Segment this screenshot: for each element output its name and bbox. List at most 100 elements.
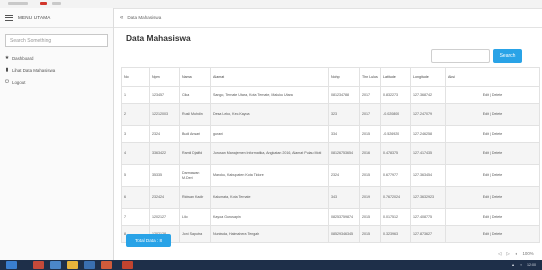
cell-longitude: 127.363454 bbox=[410, 164, 446, 187]
edit-delete-link[interactable]: Edit | Delete bbox=[445, 186, 540, 209]
sidebar-item-lihat-data[interactable]: ▮ Lihat Data Mahasiswa bbox=[0, 64, 113, 76]
cell-nama: Budi Ansari bbox=[179, 125, 211, 143]
cell-no: 4 bbox=[121, 142, 150, 165]
cell-no: 2 bbox=[121, 103, 150, 126]
taskbar-clock[interactable]: 12:00 bbox=[527, 263, 536, 267]
cell-thn-lulus: 2015 bbox=[359, 208, 381, 226]
table-row: 3 2324 Budi Ansari gurani 334 2015 -0.52… bbox=[121, 125, 540, 143]
sidebar-search-placeholder: Search Something bbox=[10, 37, 52, 44]
cell-no: 7 bbox=[121, 208, 150, 226]
column-header: Thn Lulus bbox=[359, 67, 381, 87]
cell-nohp: 343 bbox=[328, 186, 360, 209]
document-icon: ▮ bbox=[5, 67, 9, 73]
cell-nohp: 081234788 bbox=[328, 86, 360, 104]
breadcrumb: « Data Mahasiswa bbox=[114, 8, 542, 28]
table-header-row: No Npm Nama Alamat Nohp Thn Lulus Latitu… bbox=[121, 67, 540, 87]
edit-delete-link[interactable]: Edit | Delete bbox=[445, 103, 540, 126]
sidebar-header: MENU UTAMA bbox=[0, 8, 113, 28]
cell-nama: Lilo bbox=[179, 208, 211, 226]
viewer-controls: ◁ ▷ ◖ 100% bbox=[498, 251, 534, 257]
column-header: No bbox=[121, 67, 150, 87]
volume-icon[interactable]: ◖ bbox=[520, 263, 522, 267]
start-button-icon[interactable] bbox=[6, 261, 17, 269]
cell-nohp: 334 bbox=[328, 125, 360, 143]
chrome-tab[interactable] bbox=[52, 2, 61, 5]
chrome-tab[interactable] bbox=[8, 2, 28, 5]
taskbar-app-icon[interactable] bbox=[84, 261, 95, 269]
cell-thn-lulus: 2015 bbox=[359, 125, 381, 143]
cell-npm: 35335 bbox=[149, 164, 180, 187]
star-icon: ★ bbox=[4, 55, 10, 61]
cell-alamat: Maroku, Kabupaten Kota Tidore bbox=[210, 164, 329, 187]
column-header: Longitude bbox=[410, 67, 446, 87]
cell-nohp: 08253759874 bbox=[328, 208, 360, 226]
taskbar-app-icon[interactable] bbox=[101, 261, 112, 269]
edit-delete-link[interactable]: Edit | Delete bbox=[445, 142, 540, 165]
next-page-icon[interactable]: ▷ bbox=[506, 251, 509, 257]
cell-latitude: 0.7672024 bbox=[380, 186, 411, 209]
cell-alamat: Desa Leko, Kec.Kayoa bbox=[210, 103, 329, 126]
search-input[interactable] bbox=[431, 49, 490, 63]
students-table: No Npm Nama Alamat Nohp Thn Lulus Latitu… bbox=[121, 67, 540, 243]
edit-delete-link[interactable]: Edit | Delete bbox=[445, 208, 540, 226]
cell-no: 5 bbox=[121, 164, 150, 187]
table-row: 4 3363422 Ramli Djalfid Jurusan Manajeme… bbox=[121, 142, 540, 165]
cell-nohp: 2324 bbox=[328, 164, 360, 187]
taskbar-app-icon[interactable] bbox=[122, 261, 133, 269]
sidebar-item-label: Logout bbox=[12, 79, 26, 85]
cell-nama: Joni Saputra bbox=[179, 225, 211, 243]
cell-alamat: Kayoa Gurusapin bbox=[210, 208, 329, 226]
cell-nama: Darmawan M.Deri bbox=[179, 164, 211, 187]
breadcrumb-label: Data Mahasiswa bbox=[127, 15, 162, 20]
column-header: Alamat bbox=[210, 67, 329, 87]
search-button[interactable]: Search bbox=[493, 49, 522, 63]
cell-nama: Cika bbox=[179, 86, 211, 104]
cell-latitude: 0.832273 bbox=[380, 86, 411, 104]
edit-delete-link[interactable]: Edit | Delete bbox=[445, 164, 540, 187]
hamburger-menu-icon[interactable] bbox=[5, 14, 13, 21]
collapse-sidebar-icon[interactable]: « bbox=[120, 15, 123, 21]
network-icon[interactable]: ▲ bbox=[511, 263, 515, 267]
taskbar-app-icon[interactable] bbox=[50, 261, 61, 269]
cell-latitude: 0.677977 bbox=[380, 164, 411, 187]
edit-delete-link[interactable]: Edit | Delete bbox=[445, 225, 540, 243]
table-row: 2 12212003 Rusli Muhdin Desa Leko, Kec.K… bbox=[121, 103, 540, 126]
zoom-level[interactable]: 100% bbox=[522, 251, 533, 257]
cell-npm: 2324 bbox=[149, 125, 180, 143]
cell-latitude: 0.017512 bbox=[380, 208, 411, 226]
table-row: 7 1202127 Lilo Kayoa Gurusapin 082537598… bbox=[121, 208, 540, 226]
sidebar-search-input[interactable]: Search Something bbox=[5, 34, 108, 47]
cell-thn-lulus: 2015 bbox=[359, 225, 381, 243]
cell-npm: 1202127 bbox=[149, 208, 180, 226]
column-header: Nohp bbox=[328, 67, 360, 87]
sidebar-item-logout[interactable]: ⏻ Logout bbox=[0, 76, 113, 88]
taskbar-app-icon[interactable] bbox=[33, 261, 44, 269]
cell-longitude: 127.246258 bbox=[410, 125, 446, 143]
total-data-button[interactable]: Total Data : 8 bbox=[126, 234, 171, 247]
cell-latitude: 0.478375 bbox=[380, 142, 411, 165]
edit-delete-link[interactable]: Edit | Delete bbox=[445, 86, 540, 104]
cell-nama: Ramli Djalfid bbox=[179, 142, 211, 165]
sidebar-item-dashboard[interactable]: ★ Dashboard bbox=[0, 52, 113, 64]
previous-page-icon[interactable]: ◁ bbox=[498, 251, 501, 257]
cell-latitude: -0.020800 bbox=[380, 103, 411, 126]
speaker-icon[interactable]: ◖ bbox=[515, 251, 518, 257]
cell-longitude: 127.873627 bbox=[410, 225, 446, 243]
table-row: 5 35335 Darmawan M.Deri Maroku, Kabupate… bbox=[121, 164, 540, 187]
cell-alamat: Nuniwda, Halmahera Tengah bbox=[210, 225, 329, 243]
cell-alamat: Kalumata, Kota Ternate bbox=[210, 186, 329, 209]
cell-nohp: 323 bbox=[328, 103, 360, 126]
system-tray: ▲ ◖ 12:00 bbox=[511, 261, 536, 269]
cell-nohp: 08529346345 bbox=[328, 225, 360, 243]
chrome-indicator-icon bbox=[40, 2, 47, 5]
table-row: 6 232424 Ridwan Kadir Kalumata, Kota Ter… bbox=[121, 186, 540, 209]
column-header: Aksi bbox=[445, 67, 540, 87]
column-header: Nama bbox=[179, 67, 211, 87]
cell-npm: 232424 bbox=[149, 186, 180, 209]
cell-no: 3 bbox=[121, 125, 150, 143]
cell-nama: Ridwan Kadir bbox=[179, 186, 211, 209]
edit-delete-link[interactable]: Edit | Delete bbox=[445, 125, 540, 143]
app-window: MENU UTAMA Search Something ★ Dashboard … bbox=[0, 0, 542, 270]
cell-npm: 12212003 bbox=[149, 103, 180, 126]
taskbar-app-icon[interactable] bbox=[67, 261, 78, 269]
